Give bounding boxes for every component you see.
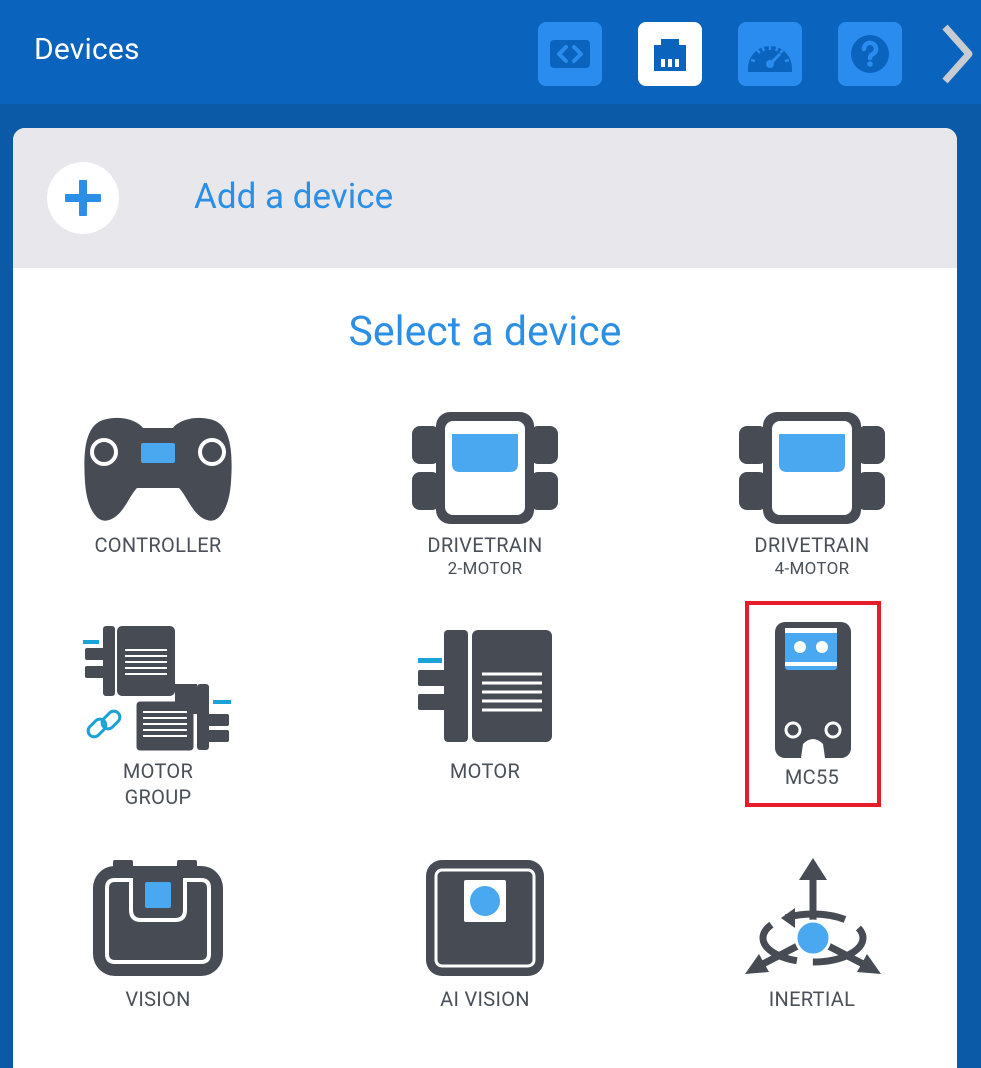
- devices-button[interactable]: [638, 22, 702, 86]
- device-drivetrain-4motor[interactable]: DRIVETRAIN 4-MOTOR: [737, 412, 887, 580]
- plus-icon: [65, 180, 101, 216]
- device-sublabel: 2-MOTOR: [447, 559, 523, 579]
- vision-icon: [93, 860, 223, 976]
- help-button[interactable]: [838, 22, 902, 86]
- help-icon: [851, 35, 889, 73]
- drivetrain-icon: [739, 412, 885, 524]
- top-bar: Devices: [0, 0, 981, 104]
- device-label: DRIVETRAIN: [427, 533, 543, 557]
- drivetrain-icon: [412, 412, 558, 524]
- add-device-button[interactable]: [47, 162, 119, 234]
- device-label: AI VISION: [440, 987, 530, 1011]
- dashboard-button[interactable]: [738, 22, 802, 86]
- device-label: INERTIAL: [768, 987, 856, 1011]
- code-icon: [550, 40, 590, 68]
- device-ai-vision[interactable]: AI VISION: [410, 858, 560, 1012]
- controller-icon: [84, 417, 232, 521]
- device-controller[interactable]: CONTROLLER: [83, 412, 233, 558]
- dashboard-icon: [748, 44, 792, 72]
- device-motor-group[interactable]: MOTOR GROUP: [83, 622, 233, 810]
- devices-panel: Add a device Select a device CONTROLLER …: [13, 128, 957, 1068]
- device-motor[interactable]: MOTOR: [410, 622, 560, 784]
- add-device-label: Add a device: [194, 176, 394, 217]
- device-drivetrain-2motor[interactable]: DRIVETRAIN 2-MOTOR: [410, 412, 560, 580]
- device-label: VISION: [125, 987, 191, 1011]
- device-label: CONTROLLER: [94, 533, 222, 557]
- device-inertial[interactable]: INERTIAL: [737, 858, 887, 1012]
- device-label: DRIVETRAIN: [754, 533, 870, 557]
- port-icon: [654, 39, 686, 71]
- chevron-right-icon: [942, 24, 973, 84]
- ai-vision-icon: [426, 860, 544, 976]
- inertial-icon: [745, 858, 881, 974]
- motor-group-icon: [83, 626, 231, 752]
- mc55-highlight-box: [745, 601, 881, 807]
- device-label: MOTOR: [122, 759, 194, 783]
- page-title: Devices: [34, 32, 140, 67]
- device-label: MOTOR: [449, 759, 521, 783]
- device-label-line2: GROUP: [124, 785, 192, 809]
- code-button[interactable]: [538, 22, 602, 86]
- select-device-title: Select a device: [348, 308, 622, 356]
- device-sublabel: 4-MOTOR: [774, 559, 850, 579]
- add-device-row[interactable]: Add a device: [13, 128, 957, 268]
- device-vision[interactable]: VISION: [83, 858, 233, 1012]
- next-button[interactable]: [930, 20, 980, 88]
- motor-icon: [418, 630, 552, 742]
